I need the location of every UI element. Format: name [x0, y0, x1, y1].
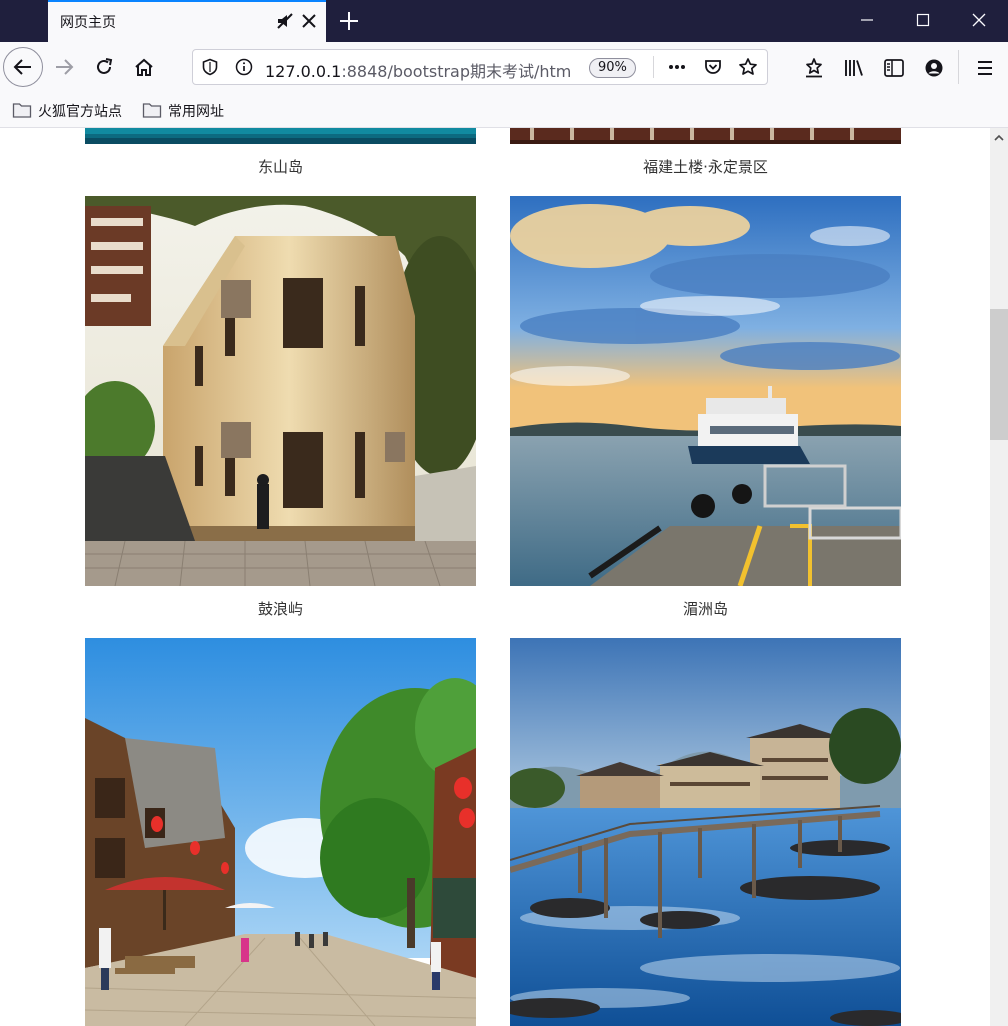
title-bar: 网页主页: [0, 0, 1008, 42]
navigation-toolbar: 127.0.0.1:8848/bootstrap期末考试/htm 90%: [0, 42, 1008, 92]
maximize-button[interactable]: [896, 0, 952, 42]
caption-tulou: 福建土楼·永定景区: [643, 158, 768, 176]
bookmarks-toolbar: 火狐官方站点 常用网址: [0, 92, 1008, 128]
zoom-level-badge[interactable]: 90%: [589, 58, 636, 78]
tab-accent: [48, 0, 326, 2]
site-info-icon[interactable]: [235, 58, 253, 76]
tab-mute-icon[interactable]: [274, 10, 296, 32]
street-image: [85, 638, 476, 1026]
bookmarks-star-list-icon[interactable]: [803, 57, 825, 79]
url-text[interactable]: 127.0.0.1:8848/bootstrap期末考试/htm: [265, 58, 575, 82]
forward-arrow-icon: [56, 59, 74, 75]
folder-icon: [12, 103, 32, 118]
river-village-image: [510, 638, 901, 1026]
reload-button[interactable]: [86, 49, 122, 85]
close-window-icon: [972, 13, 986, 27]
new-tab-icon[interactable]: [336, 8, 362, 34]
photo-street[interactable]: [85, 638, 476, 1026]
close-window-button[interactable]: [952, 0, 1008, 42]
caption-dongshan: 东山岛: [257, 158, 303, 176]
pocket-icon[interactable]: [703, 57, 723, 77]
scrollbar-thumb[interactable]: [990, 309, 1008, 440]
sidebar-icon[interactable]: [883, 57, 905, 79]
photo-river-village[interactable]: [510, 638, 901, 1026]
page-scrollbar[interactable]: [990, 128, 1008, 1026]
bookmark-label: 火狐官方站点: [38, 104, 122, 120]
tab-close-icon[interactable]: [298, 10, 320, 32]
back-arrow-icon: [13, 59, 31, 75]
photo-meizhou[interactable]: [510, 196, 901, 586]
bookmark-star-icon[interactable]: [738, 57, 758, 77]
url-bar[interactable]: 127.0.0.1:8848/bootstrap期末考试/htm 90%: [192, 49, 768, 85]
bookmark-folder[interactable]: 常用网址: [142, 100, 232, 120]
home-icon: [135, 58, 153, 76]
folder-icon: [142, 103, 162, 118]
tab-title: 网页主页: [60, 15, 116, 31]
dongshan-image: [85, 128, 476, 144]
minimize-icon: [861, 19, 873, 21]
forward-button[interactable]: [46, 49, 82, 85]
bookmark-folder[interactable]: 火狐官方站点: [12, 100, 132, 120]
photo-gulangyu[interactable]: [85, 196, 476, 586]
maximize-icon: [916, 13, 930, 27]
reload-icon: [97, 58, 113, 74]
gulangyu-image: [85, 196, 476, 586]
account-icon[interactable]: [923, 57, 945, 79]
toolbar-separator: [958, 50, 959, 84]
meizhou-image: [510, 196, 901, 586]
bookmark-label: 常用网址: [168, 104, 224, 120]
caption-gulangyu: 鼓浪屿: [257, 600, 303, 618]
browser-tab[interactable]: 网页主页: [48, 0, 326, 42]
minimize-button[interactable]: [840, 0, 896, 42]
page-actions-icon[interactable]: [667, 58, 687, 76]
page-content: 东山岛 福建土楼·永定景区 鼓浪屿 湄洲岛: [0, 128, 990, 1026]
tracking-shield-icon[interactable]: [201, 58, 219, 76]
library-icon[interactable]: [843, 57, 865, 79]
tulou-image: [510, 128, 901, 144]
back-button[interactable]: [3, 47, 43, 87]
caption-meizhou: 湄洲岛: [682, 600, 728, 618]
url-path: :8848/bootstrap期末考试/htm: [341, 62, 572, 81]
url-bar-separator: [653, 56, 654, 78]
url-host: 127.0.0.1: [265, 62, 342, 81]
photo-dongshan[interactable]: [85, 128, 476, 144]
menu-hamburger-icon[interactable]: [974, 57, 996, 79]
home-button[interactable]: [126, 49, 162, 85]
photo-tulou[interactable]: [510, 128, 901, 144]
scroll-up-arrow-icon[interactable]: [994, 134, 1004, 142]
